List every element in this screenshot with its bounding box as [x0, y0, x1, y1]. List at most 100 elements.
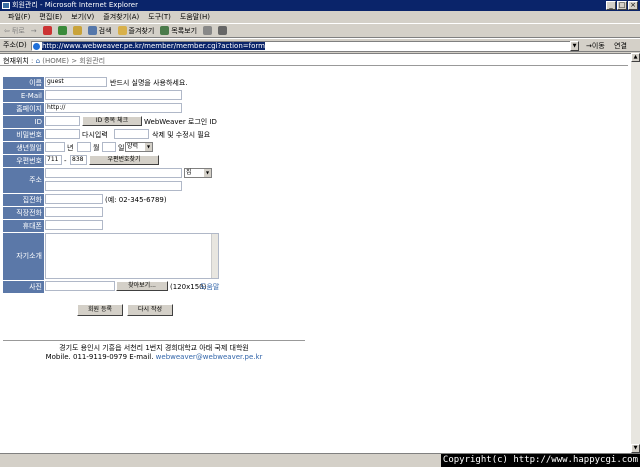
vertical-scrollbar[interactable]: ▲ ▼ [631, 53, 640, 453]
password-label: 비밀번호 [3, 129, 44, 141]
id-note: WebWeaver 로그인 ID [144, 118, 217, 126]
intro-label: 자기소개 [3, 233, 44, 280]
menu-file[interactable]: 파일(F) [8, 12, 30, 22]
calendar-select[interactable]: 양력 ▼ [125, 142, 153, 152]
menu-view[interactable]: 보기(V) [71, 12, 94, 22]
title-bar: 회원관리 - Microsoft Internet Explorer _ □ × [0, 0, 640, 11]
name-label: 이름 [3, 77, 44, 89]
minimize-button[interactable]: _ [606, 1, 616, 10]
history-icon [160, 26, 170, 35]
home-icon[interactable] [72, 26, 82, 35]
menu-favorites[interactable]: 즐겨찾기(A) [103, 12, 139, 22]
zipcode-label: 우편번호 [3, 155, 44, 167]
email-label: E-Mail [3, 90, 44, 102]
password-again-label: 다시입력 [82, 131, 108, 139]
menu-bar: 파일(F) 편집(E) 보기(V) 즐겨찾기(A) 도구(T) 도움말(H) [0, 11, 640, 23]
day-label: 일 [118, 144, 125, 152]
chevron-down-icon[interactable]: ▼ [570, 41, 579, 51]
close-button[interactable]: × [628, 1, 638, 10]
print-icon[interactable] [218, 26, 228, 35]
intro-textarea[interactable] [45, 233, 219, 279]
status-bar: Copyright(c) http://www.happycgi.com [0, 453, 640, 467]
home-icon: ⌂ [35, 57, 41, 65]
scroll-up-icon[interactable]: ▲ [631, 53, 640, 62]
register-button[interactable]: 회원 등록 [77, 304, 123, 316]
year-label: 년 [67, 144, 74, 152]
zip1-input[interactable]: 711 [45, 155, 62, 165]
address1-input[interactable] [45, 168, 182, 178]
address-input[interactable]: http://www.webweaver.pe.kr/member/member… [31, 41, 579, 51]
email-input[interactable] [45, 90, 182, 100]
address2-input[interactable] [45, 181, 182, 191]
password-input[interactable] [45, 129, 80, 139]
password-confirm-input[interactable] [114, 129, 149, 139]
zip2-input[interactable]: 838 [70, 155, 87, 165]
address-url: http://www.webweaver.pe.kr/member/member… [42, 42, 265, 50]
refresh-icon[interactable] [57, 26, 67, 35]
birth-year-input[interactable] [45, 142, 65, 152]
stop-icon[interactable] [42, 26, 52, 35]
find-zipcode-button[interactable]: 우편번호찾기 [89, 155, 159, 165]
photo-label: 사진 [3, 281, 44, 293]
history-button[interactable]: 목록보기 [160, 26, 197, 36]
photo-help-link[interactable]: 도움말 [200, 281, 219, 293]
id-check-button[interactable]: ID 중복 체크 [82, 116, 142, 126]
favorites-icon [117, 26, 127, 35]
divider [0, 65, 628, 66]
mail-icon[interactable] [203, 26, 213, 35]
phone-example: (예: 02-345-6789) [105, 196, 167, 204]
work-phone-input[interactable] [45, 207, 103, 217]
toolbar: ⇦ 뒤로 → 검색 즐겨찾기 목록보기 [0, 23, 640, 38]
menu-edit[interactable]: 편집(E) [39, 12, 62, 22]
home-phone-input[interactable] [45, 194, 103, 204]
page-icon [33, 43, 40, 50]
name-note: 반드시 실명을 사용하세요. [110, 79, 188, 87]
homepage-input[interactable]: http:// [45, 103, 182, 113]
search-icon [87, 26, 97, 35]
zip-dash: - [64, 157, 67, 165]
footer-divider [3, 340, 305, 341]
forward-button[interactable]: → [31, 27, 37, 35]
address-label: 주소 [3, 168, 44, 193]
copyright-watermark: Copyright(c) http://www.happycgi.com [440, 454, 640, 467]
scroll-down-icon[interactable]: ▼ [631, 444, 640, 453]
back-button[interactable]: ⇦ 뒤로 [4, 26, 25, 36]
footer-contact: Mobile. 011-9119-0979 E-mail. webweaver@… [45, 353, 263, 361]
favorites-button[interactable]: 즐겨찾기 [117, 26, 154, 36]
browse-button[interactable]: 찾아보기... [116, 281, 168, 291]
month-label: 월 [93, 144, 100, 152]
mobile-input[interactable] [45, 220, 103, 230]
chevron-down-icon: ▼ [204, 169, 211, 177]
birth-day-input[interactable] [102, 142, 116, 152]
menu-tools[interactable]: 도구(T) [148, 12, 171, 22]
footer-email-link[interactable]: webweaver@webweaver.pe.kr [156, 353, 263, 361]
window-title: 회원관리 - Microsoft Internet Explorer [12, 1, 138, 9]
birthday-label: 생년월일 [3, 142, 44, 154]
ie-app-icon [2, 2, 10, 9]
homepage-label: 홈페이지 [3, 103, 44, 115]
birth-month-input[interactable] [77, 142, 91, 152]
chevron-down-icon: ▼ [145, 143, 152, 151]
address-label: 주소(D) [3, 41, 27, 49]
id-label: ID [3, 116, 44, 128]
id-input[interactable] [45, 116, 80, 126]
go-button[interactable]: →이동 [586, 41, 605, 51]
breadcrumb-home[interactable]: (HOME) [42, 57, 69, 65]
name-input[interactable]: guest [45, 77, 107, 87]
photo-file-input[interactable] [45, 281, 115, 291]
footer-address: 경기도 용인시 기흥읍 서천리 1번지 경희대학교 아태 국제 대학원 [59, 344, 249, 352]
back-arrow-icon: ⇦ [4, 26, 10, 35]
maximize-button[interactable]: □ [617, 1, 627, 10]
menu-help[interactable]: 도움말(H) [180, 12, 210, 22]
links-button[interactable]: 연결 [614, 41, 627, 51]
page-viewport: 현재위치 : ⌂ (HOME) > 회원관리 이름 guest 반드시 실명을 … [0, 53, 631, 453]
textarea-scrollbar[interactable] [211, 234, 218, 278]
address-bar: 주소(D) http://www.webweaver.pe.kr/member/… [0, 38, 640, 52]
reset-button[interactable]: 다시 작성 [127, 304, 173, 316]
footer: 경기도 용인시 기흥읍 서천리 1번지 경희대학교 아태 국제 대학원 Mobi… [3, 344, 305, 362]
search-button[interactable]: 검색 [87, 26, 112, 36]
breadcrumb-page: 회원관리 [79, 57, 106, 65]
address-type-select[interactable]: 집 ▼ [184, 168, 212, 178]
mobile-label: 휴대폰 [3, 220, 44, 232]
work-phone-label: 직장전화 [3, 207, 44, 219]
